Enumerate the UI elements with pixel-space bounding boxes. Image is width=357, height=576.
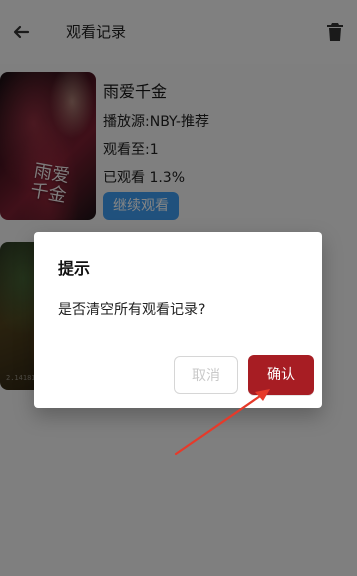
confirm-dialog: 提示 是否清空所有观看记录? 取消 确认: [34, 232, 322, 408]
cancel-button[interactable]: 取消: [174, 356, 238, 394]
confirm-button[interactable]: 确认: [248, 355, 314, 395]
dialog-title: 提示: [58, 259, 91, 278]
dialog-message: 是否清空所有观看记录?: [58, 302, 206, 318]
